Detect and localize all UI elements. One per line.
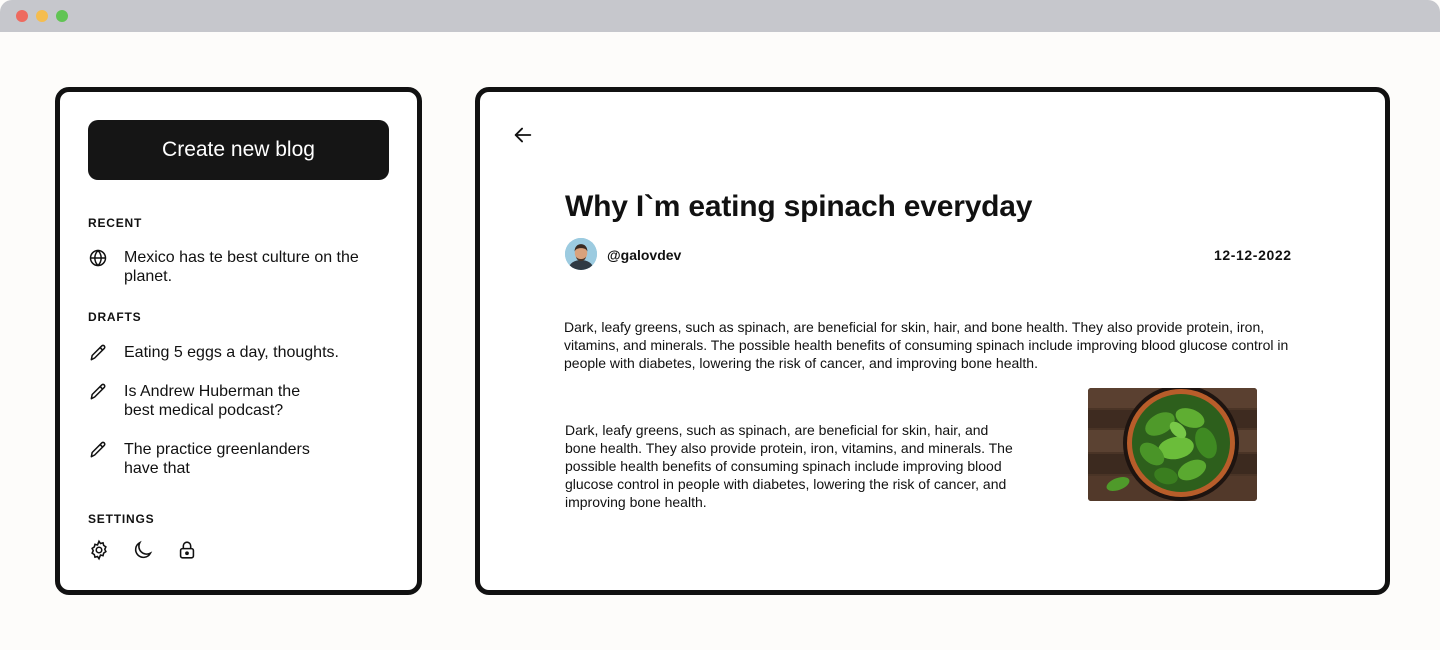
settings-section-label: SETTINGS bbox=[88, 512, 155, 526]
sidebar-item-label: Is Andrew Huberman the best medical podc… bbox=[124, 383, 301, 419]
post-view-panel: Why I`m eating spinach everyday @galovde… bbox=[475, 87, 1390, 595]
settings-icons bbox=[88, 539, 198, 561]
sidebar-item-draft[interactable]: Eating 5 eggs a day, thoughts. bbox=[88, 343, 378, 363]
post-paragraph: Dark, leafy greens, such as spinach, are… bbox=[564, 319, 1289, 371]
pencil-icon bbox=[90, 344, 106, 361]
sidebar-item-draft[interactable]: The practice greenlanders have that bbox=[88, 440, 378, 478]
post-date: 12-12-2022 bbox=[1214, 247, 1292, 263]
post-paragraph: Dark, leafy greens, such as spinach, are… bbox=[565, 422, 1013, 510]
sidebar-item-label: The practice greenlanders have that bbox=[124, 441, 310, 477]
gear-icon[interactable] bbox=[88, 539, 110, 561]
window-zoom-button[interactable] bbox=[56, 10, 68, 22]
window-titlebar bbox=[0, 0, 1440, 32]
spinach-bowl-image bbox=[1088, 388, 1257, 501]
post-title: Why I`m eating spinach everyday bbox=[565, 190, 1033, 223]
sidebar-item-label: Eating 5 eggs a day, thoughts. bbox=[124, 344, 339, 361]
pencil-icon bbox=[90, 383, 106, 400]
drafts-section-label: DRAFTS bbox=[88, 310, 142, 324]
author-handle[interactable]: @galovdev bbox=[607, 247, 681, 263]
globe-icon bbox=[89, 249, 107, 267]
sidebar-item-recent[interactable]: Mexico has te best culture on the planet… bbox=[88, 248, 378, 286]
sidebar-panel: Create new blog RECENT Mexico has te bes… bbox=[55, 87, 422, 595]
moon-icon[interactable] bbox=[132, 539, 154, 561]
back-arrow-icon[interactable] bbox=[512, 124, 534, 146]
create-new-blog-button[interactable]: Create new blog bbox=[88, 120, 389, 180]
lock-icon[interactable] bbox=[176, 539, 198, 561]
avatar-image bbox=[565, 238, 597, 270]
window-close-button[interactable] bbox=[16, 10, 28, 22]
sidebar-item-label: Mexico has te best culture on the planet… bbox=[124, 249, 359, 285]
sidebar-item-draft[interactable]: Is Andrew Huberman the best medical podc… bbox=[88, 382, 378, 420]
pencil-icon bbox=[90, 441, 106, 458]
author-avatar[interactable] bbox=[565, 238, 597, 270]
window-minimize-button[interactable] bbox=[36, 10, 48, 22]
recent-section-label: RECENT bbox=[88, 216, 143, 230]
